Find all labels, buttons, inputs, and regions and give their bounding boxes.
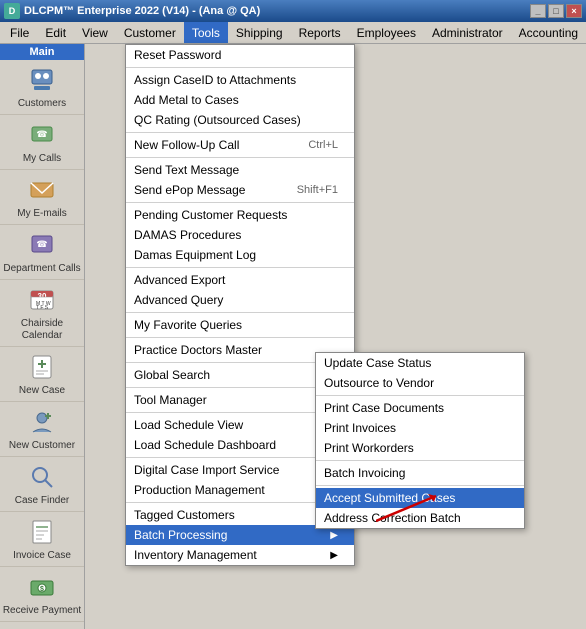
svg-text:T F S: T F S xyxy=(36,305,49,311)
sidebar-calendar-label: Chairside Calendar xyxy=(2,318,82,342)
casefinder-icon xyxy=(26,461,58,493)
menu-view[interactable]: View xyxy=(74,22,116,43)
submenu-outsource-vendor[interactable]: Outsource to Vendor xyxy=(316,373,524,393)
sidebar: Main Customers ☎ My Calls xyxy=(0,44,85,629)
menu-send-epop[interactable]: Send ePop Message Shift+F1 xyxy=(126,180,354,200)
title-bar: D DLCPM™ Enterprise 2022 (V14) - (Ana @ … xyxy=(0,0,586,22)
sidebar-receivepayment-label: Receive Payment xyxy=(3,605,81,617)
minimize-button[interactable]: _ xyxy=(530,4,546,18)
menu-tools[interactable]: Tools xyxy=(184,22,228,43)
menu-qc-rating[interactable]: QC Rating (Outsourced Cases) xyxy=(126,110,354,130)
sidebar-item-shipping[interactable]: Shipping Manager xyxy=(0,622,84,629)
menu-shipping[interactable]: Shipping xyxy=(228,22,291,43)
customers-icon xyxy=(26,64,58,96)
menu-bar: File Edit View Customer Tools Shipping R… xyxy=(0,22,586,44)
content-area: Reset Password Assign CaseID to Attachme… xyxy=(85,44,586,629)
separator-6 xyxy=(126,312,354,313)
app-icon: D xyxy=(4,3,20,19)
shortcut-epop: Shift+F1 xyxy=(297,184,338,196)
arrow-inventory-management: ▶ xyxy=(330,550,338,561)
sidebar-casefinder-label: Case Finder xyxy=(15,495,69,507)
menu-pending-requests[interactable]: Pending Customer Requests xyxy=(126,205,354,225)
menu-advanced-query[interactable]: Advanced Query xyxy=(126,290,354,310)
menu-inventory-management[interactable]: Inventory Management ▶ xyxy=(126,545,354,565)
menu-assign-caseid[interactable]: Assign CaseID to Attachments xyxy=(126,70,354,90)
menu-customer[interactable]: Customer xyxy=(116,22,184,43)
sidebar-item-calendar[interactable]: 30 M T W T F S Chairside Calendar xyxy=(0,280,84,347)
separator-7 xyxy=(126,337,354,338)
sidebar-item-myemails[interactable]: My E-mails xyxy=(0,170,84,225)
submenu-update-case-status[interactable]: Update Case Status xyxy=(316,353,524,373)
calendar-icon: 30 M T W T F S xyxy=(26,284,58,316)
close-button[interactable]: × xyxy=(566,4,582,18)
receivepayment-icon: $ xyxy=(26,571,58,603)
newcase-icon xyxy=(26,351,58,383)
myemails-icon xyxy=(26,174,58,206)
sidebar-item-customers[interactable]: Customers xyxy=(0,60,84,115)
separator-3 xyxy=(126,157,354,158)
menu-reset-password[interactable]: Reset Password xyxy=(126,45,354,65)
sidebar-item-mycalls[interactable]: ☎ My Calls xyxy=(0,115,84,170)
sidebar-mycalls-label: My Calls xyxy=(23,153,61,165)
submenu-separator-2 xyxy=(316,460,524,461)
svg-text:30: 30 xyxy=(38,292,47,301)
menu-accounting[interactable]: Accounting xyxy=(511,22,586,43)
separator-5 xyxy=(126,267,354,268)
submenu-print-workorders[interactable]: Print Workorders xyxy=(316,438,524,458)
menu-administrator[interactable]: Administrator xyxy=(424,22,511,43)
sidebar-newcustomer-label: New Customer xyxy=(9,440,75,452)
menu-damas-procedures[interactable]: DAMAS Procedures xyxy=(126,225,354,245)
sidebar-deptcalls-label: Department Calls xyxy=(3,263,80,275)
sidebar-item-invoicecase[interactable]: Invoice Case xyxy=(0,512,84,567)
shortcut-new-followup: Ctrl+L xyxy=(308,139,338,151)
sidebar-customers-label: Customers xyxy=(18,98,66,110)
sidebar-item-casefinder[interactable]: Case Finder xyxy=(0,457,84,512)
submenu-separator-1 xyxy=(316,395,524,396)
submenu-print-case-docs[interactable]: Print Case Documents xyxy=(316,398,524,418)
menu-damas-equipment[interactable]: Damas Equipment Log xyxy=(126,245,354,265)
menu-employees[interactable]: Employees xyxy=(349,22,424,43)
deptcalls-icon: ☎ xyxy=(26,229,58,261)
submenu-batch-invoicing[interactable]: Batch Invoicing xyxy=(316,463,524,483)
sidebar-myemails-label: My E-mails xyxy=(17,208,66,220)
sidebar-invoicecase-label: Invoice Case xyxy=(13,550,71,562)
separator-2 xyxy=(126,132,354,133)
sidebar-item-deptcalls[interactable]: ☎ Department Calls xyxy=(0,225,84,280)
invoicecase-icon xyxy=(26,516,58,548)
mycalls-icon: ☎ xyxy=(26,119,58,151)
main-layout: Main Customers ☎ My Calls xyxy=(0,44,586,629)
submenu-print-invoices[interactable]: Print Invoices xyxy=(316,418,524,438)
svg-text:☎: ☎ xyxy=(36,239,47,249)
sidebar-item-newcustomer[interactable]: New Customer xyxy=(0,402,84,457)
sidebar-item-receivepayment[interactable]: $ Receive Payment xyxy=(0,567,84,622)
window-controls[interactable]: _ □ × xyxy=(530,4,582,18)
menu-send-text[interactable]: Send Text Message xyxy=(126,160,354,180)
sidebar-item-newcase[interactable]: New Case xyxy=(0,347,84,402)
menu-favorite-queries[interactable]: My Favorite Queries xyxy=(126,315,354,335)
arrow-batch-processing: ▶ xyxy=(330,530,338,541)
menu-file[interactable]: File xyxy=(2,22,37,43)
menu-advanced-export[interactable]: Advanced Export xyxy=(126,270,354,290)
newcustomer-icon xyxy=(26,406,58,438)
title-bar-text: DLCPM™ Enterprise 2022 (V14) - (Ana @ QA… xyxy=(24,5,260,17)
menu-edit[interactable]: Edit xyxy=(37,22,74,43)
red-arrow-indicator xyxy=(376,486,456,529)
svg-text:$: $ xyxy=(40,586,44,593)
menu-new-followup[interactable]: New Follow-Up Call Ctrl+L xyxy=(126,135,354,155)
menu-reports[interactable]: Reports xyxy=(291,22,349,43)
sidebar-section-title: Main xyxy=(0,44,84,60)
maximize-button[interactable]: □ xyxy=(548,4,564,18)
sidebar-newcase-label: New Case xyxy=(19,385,65,397)
separator-4 xyxy=(126,202,354,203)
menu-add-metal[interactable]: Add Metal to Cases xyxy=(126,90,354,110)
separator-1 xyxy=(126,67,354,68)
svg-text:☎: ☎ xyxy=(36,129,47,139)
